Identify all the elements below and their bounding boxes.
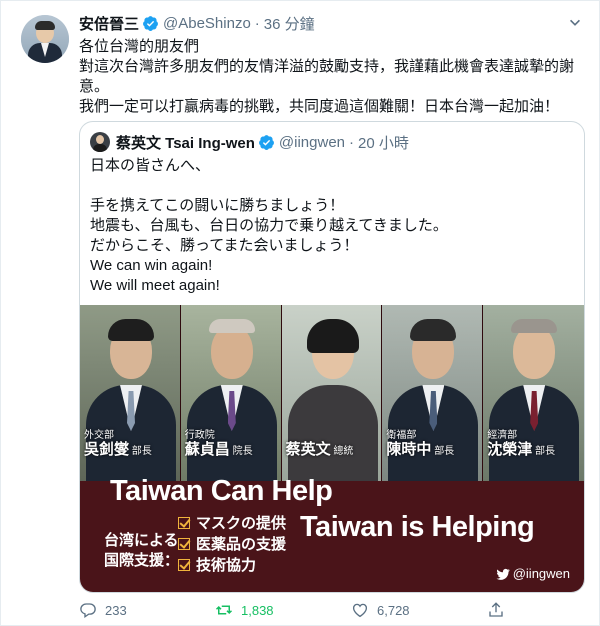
chevron-down-icon[interactable] [565,13,585,33]
support-label: 台湾による国際支援： [104,532,180,569]
support-item-label: 技術協力 [196,557,257,574]
support-item: 技術協力 [178,555,286,576]
tweet-line: 我們一定可以打贏病毒的挑戰，共同度過這個難關！日本台灣一起加油！ [79,98,560,115]
quoted-line: 地震も、台風も、台日の協力で乗り越えてきました。 [90,217,448,234]
portrait-name: 蔡英文 [285,441,331,458]
quoted-author-name: 蔡英文 Tsai Ing-wen [116,134,255,152]
checkbox-icon [178,517,190,529]
portrait: 蔡英文 總統 [281,305,383,481]
portrait-hair [306,319,359,353]
quoted-text: 日本の皆さんへ、 手を携えてこの闘いに勝ちましょう！ 地震も、台風も、台日の協力… [90,156,576,296]
portrait-hair [208,319,255,333]
credit-handle: @iingwen [512,566,570,581]
verified-badge-icon [258,134,274,150]
portrait-role: 院長 [232,446,253,457]
checkbox-icon [178,559,190,571]
quoted-line: We will meet again! [90,277,220,294]
separator-dot: · [349,133,354,151]
support-list: マスクの提供 医薬品の支援 技術協力 [178,513,286,576]
tweet-line: 各位台灣的朋友們 [79,38,200,55]
quoted-tweet[interactable]: 蔡英文 Tsai Ing-wen @iingwen · 20 小時 日本の皆さん… [79,121,585,593]
avatar-hair [35,21,55,30]
quoted-line: 手を携えてこの闘いに勝ちましょう！ [90,197,345,214]
author-handle[interactable]: @AbeShinzo [163,15,251,32]
portrait-name: 蘇貞昌 [184,441,230,458]
slogan-primary: Taiwan Can Help [110,475,333,507]
quoted-handle: @iingwen [278,133,345,151]
author-avatar[interactable] [21,15,69,63]
portrait-face [210,325,253,379]
author-name[interactable]: 安倍晉三 [79,13,139,34]
share-icon [489,602,503,617]
quoted-avatar-suit [93,144,107,152]
quoted-header: 蔡英文 Tsai Ing-wen @iingwen · 20 小時 [116,132,409,152]
tweet-card: 安倍晉三 @AbeShinzo · 36 分鐘 各位台灣的朋友們 對這次台灣許多… [0,0,600,626]
tweet-image[interactable]: 外交部 吳釗燮 部長 行政院 蘇貞昌 院長 蔡英文 總統 衛福部 陳時中 部長 … [80,305,584,592]
support-item-label: マスクの提供 [196,515,287,532]
portrait-row: 外交部 吳釗燮 部長 行政院 蘇貞昌 院長 蔡英文 總統 衛福部 陳時中 部長 … [80,305,584,481]
portrait: 衛福部 陳時中 部長 [382,305,484,481]
portrait: 行政院 蘇貞昌 院長 [180,305,282,481]
portrait-name: 吳釗燮 [84,441,130,458]
reply-count: 233 [105,602,127,618]
portrait-name: 沈榮津 [487,441,533,458]
quoted-avatar-face [96,135,104,144]
portrait-role: 部長 [131,446,152,457]
portrait-label: 行政院 蘇貞昌 院長 [185,429,253,459]
portrait-role: 部長 [534,446,555,457]
portrait-hair [410,319,457,341]
portrait: 外交部 吳釗燮 部長 [80,305,181,481]
portrait-label: 外交部 吳釗燮 部長 [84,429,152,459]
share-button[interactable] [487,601,517,619]
support-item: マスクの提供 [178,513,286,534]
portrait-role: 總統 [333,446,354,457]
quoted-line: 日本の皆さんへ、 [90,157,211,174]
quoted-blank-line [90,176,576,196]
retweet-count: 1,838 [241,602,274,618]
portrait-face [513,325,556,379]
quoted-line: だからこそ、勝ってまた会いましょう！ [90,237,359,254]
like-button[interactable]: 6,728 [351,601,487,619]
tweet-actions: 233 1,838 6,728 [79,599,519,621]
portrait-label: 蔡英文 總統 [286,429,354,459]
heart-icon [352,603,368,618]
image-credit: @iingwen [496,566,570,581]
support-item-label: 医薬品の支援 [196,536,287,553]
quoted-author-avatar [90,132,110,152]
separator-dot: · [254,14,260,32]
quoted-line: We can win again! [90,257,213,274]
portrait-hair [511,319,558,333]
twitter-bird-icon [496,568,510,580]
quoted-time: 20 小時 [358,134,409,152]
slogan-secondary: Taiwan is Helping [300,511,535,543]
tweet-text: 各位台灣的朋友們 對這次台灣許多朋友們的友情洋溢的鼓勵支持，我謹藉此機會表達誠摯… [79,37,583,117]
verified-badge-icon [143,15,158,31]
portrait-label: 經濟部 沈榮津 部長 [487,429,555,459]
retweet-icon [215,605,233,615]
support-item: 医薬品の支援 [178,534,286,555]
tweet-time[interactable]: 36 分鐘 [264,13,315,34]
checkbox-icon [178,538,190,550]
like-count: 6,728 [377,602,410,618]
reply-icon [80,603,96,619]
reply-button[interactable]: 233 [79,601,215,619]
portrait: 經濟部 沈榮津 部長 [483,305,584,481]
portrait-hair [108,319,154,341]
retweet-button[interactable]: 1,838 [215,601,351,619]
tweet-header: 安倍晉三 @AbeShinzo · 36 分鐘 [79,13,315,33]
tweet-line: 對這次台灣許多朋友們的友情洋溢的鼓勵支持，我謹藉此機會表達誠摯的謝意。 [79,58,575,95]
portrait-role: 部長 [434,446,455,457]
portrait-name: 陳時中 [386,441,432,458]
portrait-label: 衛福部 陳時中 部長 [386,429,454,459]
